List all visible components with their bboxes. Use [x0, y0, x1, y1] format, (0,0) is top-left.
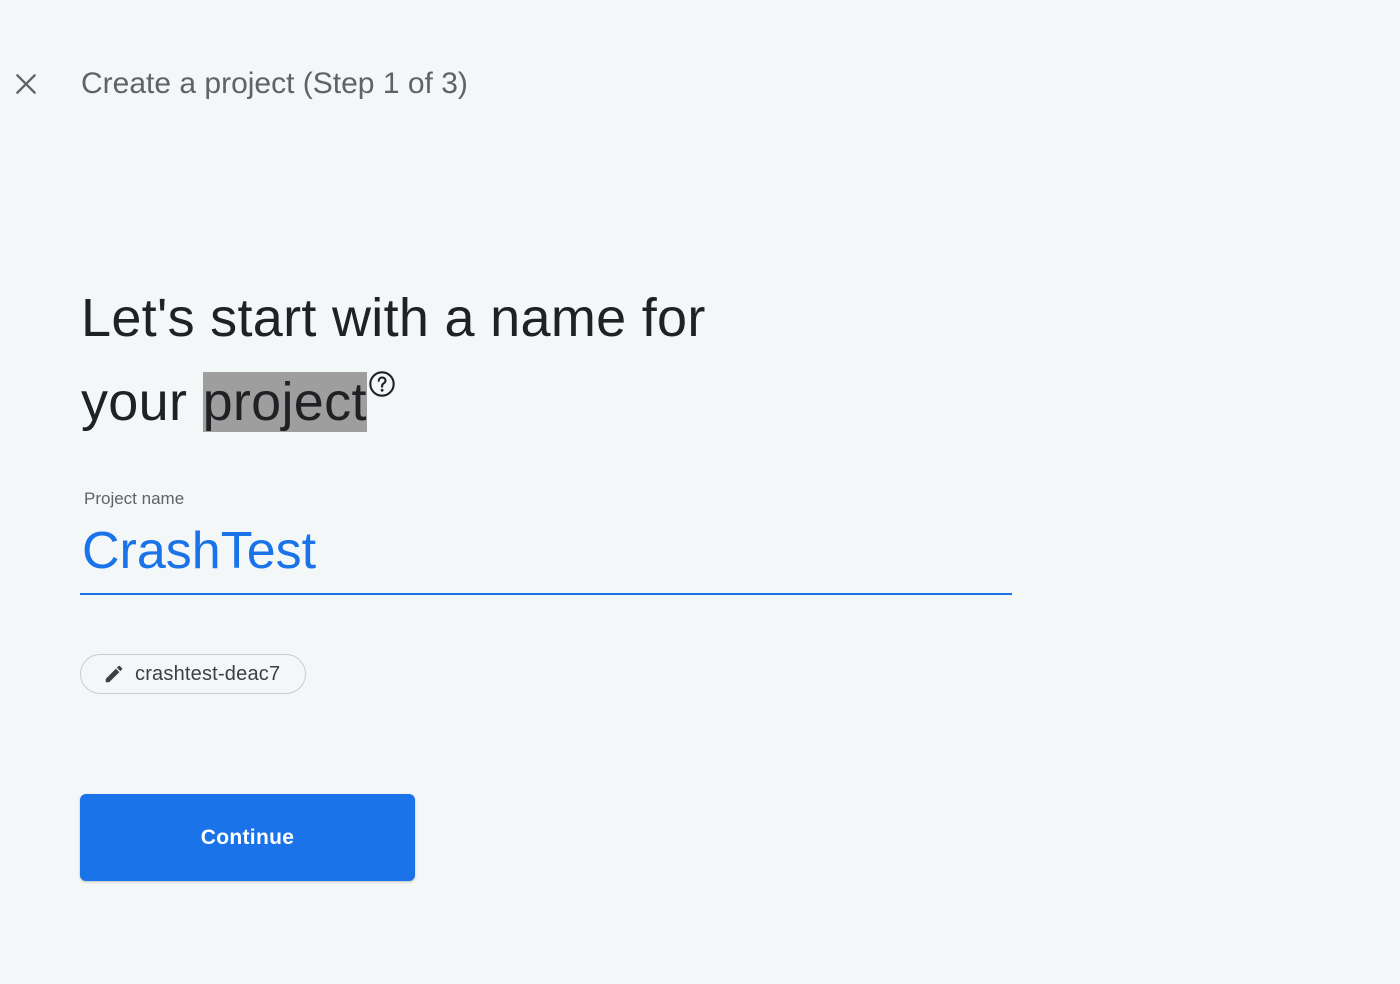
- project-name-label: Project name: [84, 489, 185, 508]
- close-button[interactable]: [6, 64, 46, 104]
- help-circle-icon[interactable]: [368, 370, 396, 398]
- page-heading: Let's start with a name for your project: [81, 276, 706, 444]
- input-underline: [80, 593, 1012, 595]
- heading-line-2-prefix: your: [81, 372, 203, 432]
- project-id-text: crashtest-deac7: [135, 662, 281, 685]
- project-id-chip[interactable]: crashtest-deac7: [80, 654, 306, 694]
- close-icon: [16, 74, 36, 94]
- heading-highlighted-word: project: [202, 372, 367, 432]
- heading-line-1: Let's start with a name for: [81, 288, 706, 348]
- continue-button[interactable]: Continue: [80, 794, 415, 881]
- dialog-title: Create a project (Step 1 of 3): [81, 67, 468, 100]
- pencil-icon: [103, 663, 125, 685]
- project-name-input[interactable]: [80, 518, 1012, 584]
